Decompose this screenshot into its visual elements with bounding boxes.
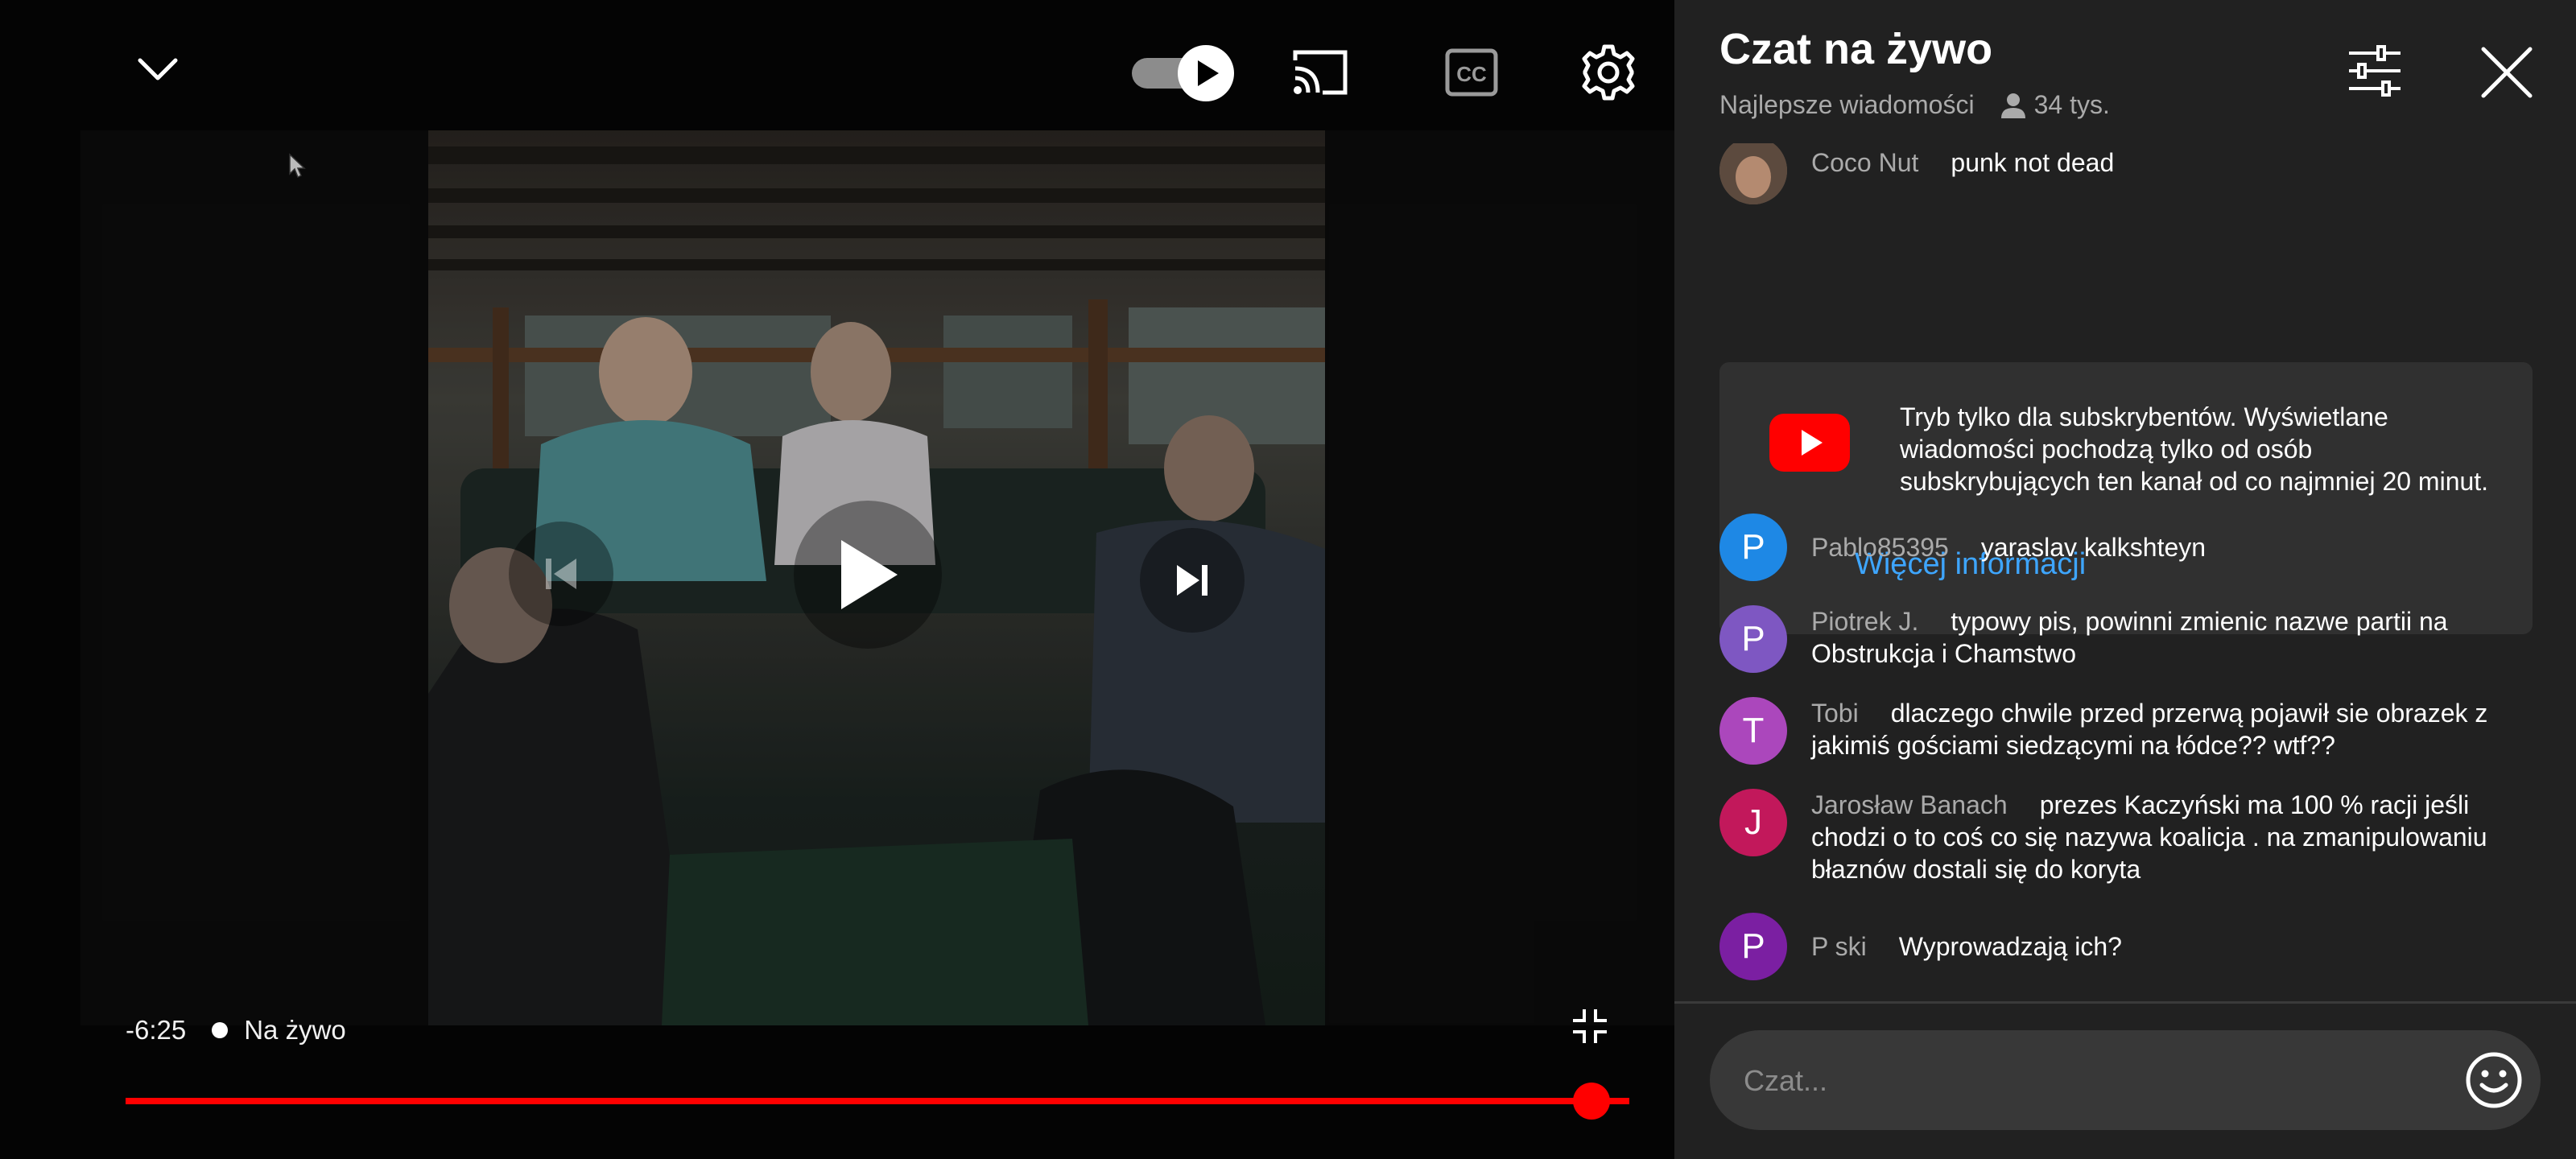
autoplay-icon bbox=[1132, 45, 1234, 101]
avatar: P bbox=[1719, 514, 1787, 581]
minimize-button[interactable] bbox=[129, 40, 187, 98]
avatar: P bbox=[1719, 913, 1787, 980]
message-author: P ski bbox=[1811, 932, 1867, 961]
message-author: Pablo85395 bbox=[1811, 533, 1949, 562]
message-text: dlaczego chwile przed przerwą pojawił si… bbox=[1811, 699, 2488, 760]
next-icon bbox=[1177, 565, 1208, 596]
avatar: J bbox=[1719, 789, 1787, 856]
chat-input-box[interactable] bbox=[1710, 1030, 2541, 1132]
message-author: Jarosław Banach bbox=[1811, 790, 2008, 819]
autoplay-toggle[interactable] bbox=[1132, 45, 1236, 101]
chat-divider bbox=[1674, 1001, 2576, 1004]
message-text: yaraslav kalkshteyn bbox=[1980, 533, 2207, 562]
chat-messages[interactable]: Coco Nut punk not dead Tryb tylko dla sub… bbox=[1674, 143, 2576, 988]
notice-text: Tryb tylko dla subskrybentów. Wyświetlan… bbox=[1900, 402, 2489, 496]
message-author: Tobi bbox=[1811, 699, 1859, 728]
play-icon bbox=[841, 540, 898, 609]
chat-filter-button[interactable] bbox=[2343, 40, 2407, 101]
live-label: Na żywo bbox=[244, 1015, 346, 1045]
subscribers-only-notice: Tryb tylko dla subskrybentów. Wyświetlan… bbox=[1719, 362, 2533, 634]
gear-icon bbox=[1582, 44, 1635, 101]
mouse-cursor-icon bbox=[289, 153, 306, 179]
chat-message[interactable]: J Jarosław Banach prezes Kaczyński ma 100… bbox=[1719, 789, 2541, 885]
chat-message[interactable]: P Piotrek J. typowy pis, powinni zmienic … bbox=[1719, 605, 2541, 673]
live-dot bbox=[212, 1022, 229, 1038]
progress-scrubber[interactable] bbox=[1573, 1083, 1611, 1120]
chat-message[interactable]: P P ski Wyprowadzają ich? bbox=[1719, 913, 2541, 980]
person-icon bbox=[2000, 93, 2025, 118]
emoji-icon[interactable] bbox=[2465, 1051, 2523, 1109]
viewer-count-text: 34 tys. bbox=[2033, 90, 2110, 119]
cast-icon bbox=[1293, 50, 1348, 95]
svg-text:CC: CC bbox=[1456, 62, 1487, 86]
message-author: Coco Nut bbox=[1811, 148, 1919, 177]
avatar: P bbox=[1719, 605, 1787, 673]
youtube-logo-icon bbox=[1769, 414, 1850, 472]
chat-title: Czat na żywo bbox=[1719, 25, 1993, 73]
exit-fullscreen-button[interactable] bbox=[1570, 1006, 1610, 1046]
close-chat-button[interactable] bbox=[2476, 42, 2537, 103]
settings-button[interactable] bbox=[1576, 40, 1641, 105]
chat-message[interactable]: Coco Nut punk not dead bbox=[1719, 143, 2541, 204]
message-author: Piotrek J. bbox=[1811, 607, 1919, 636]
message-text: punk not dead bbox=[1951, 148, 2115, 177]
sliders-icon bbox=[2349, 45, 2401, 97]
captions-button[interactable]: CC bbox=[1443, 45, 1501, 100]
progress-bar[interactable] bbox=[126, 1098, 1629, 1104]
avatar-photo bbox=[1719, 143, 1787, 204]
viewer-count: 34 tys. bbox=[1999, 90, 2110, 120]
chat-mode-label: Najlepsze wiadomości bbox=[1719, 90, 1975, 119]
message-text: Wyprowadzają ich? bbox=[1898, 932, 2122, 961]
captions-icon: CC bbox=[1445, 48, 1498, 97]
previous-icon bbox=[546, 559, 576, 589]
video-player[interactable]: CC -6:25 Na żywo bbox=[0, 0, 1674, 1159]
chat-message[interactable]: T Tobi dlaczego chwile przed przerwą poja… bbox=[1719, 697, 2541, 765]
chat-message[interactable]: P Pablo85395 yaraslav kalkshteyn bbox=[1719, 514, 2541, 581]
chat-header: Czat na żywo Najlepsze wiadomości 34 tys… bbox=[1674, 0, 2576, 143]
previous-button[interactable] bbox=[509, 522, 613, 626]
time-remaining: -6:25 bbox=[126, 1015, 187, 1045]
exit-fullscreen-icon bbox=[1573, 1009, 1607, 1043]
play-button[interactable] bbox=[794, 501, 942, 649]
chevron-down-icon bbox=[138, 58, 178, 80]
chat-mode-selector[interactable]: Najlepsze wiadomości 34 tys. bbox=[1719, 90, 2110, 120]
live-chat-panel: Czat na żywo Najlepsze wiadomości 34 tys… bbox=[1674, 0, 2576, 1159]
close-icon bbox=[2481, 47, 2533, 98]
chat-input[interactable] bbox=[1742, 1030, 2454, 1132]
time-display: -6:25 Na żywo bbox=[126, 1013, 346, 1048]
next-button[interactable] bbox=[1140, 528, 1245, 633]
avatar bbox=[1719, 143, 1787, 204]
avatar: T bbox=[1719, 697, 1787, 765]
cast-button[interactable] bbox=[1288, 43, 1352, 101]
